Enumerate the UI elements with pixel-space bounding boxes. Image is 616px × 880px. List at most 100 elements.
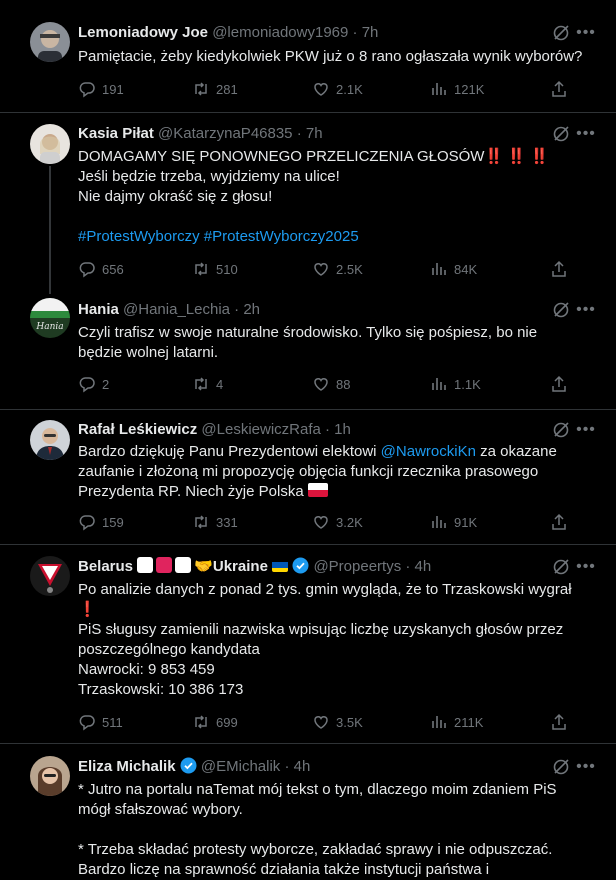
more-options-icon[interactable]: •••	[576, 422, 596, 443]
reply-icon	[79, 262, 95, 278]
tweet[interactable]: Hania Hania @Hania_Lechia · 2h ••• Czyli…	[0, 290, 616, 410]
grok-icon[interactable]	[552, 125, 570, 143]
flag-white-square-icon	[137, 557, 154, 573]
reply-button[interactable]: 159	[78, 512, 124, 532]
share-button[interactable]	[550, 512, 568, 532]
avatar[interactable]	[30, 756, 70, 796]
author-name[interactable]: Kasia Piłat	[78, 125, 154, 142]
like-button[interactable]: 2.1K	[312, 79, 363, 99]
views-button[interactable]: 211K	[430, 712, 483, 732]
repost-count: 510	[216, 261, 238, 277]
hashtags-link[interactable]: #ProtestWyborczy #ProtestWyborczy2025	[78, 227, 590, 247]
avatar[interactable]	[30, 556, 70, 596]
author-name[interactable]: Rafał Leśkiewicz	[78, 421, 197, 438]
repost-button[interactable]: 4	[192, 374, 223, 394]
avatar[interactable]	[30, 124, 70, 164]
reply-icon	[79, 377, 95, 393]
reply-count: 2	[102, 376, 110, 392]
reply-button[interactable]: 191	[78, 79, 124, 99]
avatar[interactable]	[30, 420, 70, 460]
share-icon	[552, 513, 566, 530]
more-options-icon[interactable]: •••	[576, 759, 596, 780]
repost-count: 331	[216, 514, 238, 530]
tweet-text: będzie wolnej latarni.	[78, 344, 219, 361]
views-icon	[432, 263, 446, 275]
like-button[interactable]: 88	[312, 374, 350, 394]
share-button[interactable]	[550, 79, 568, 99]
repost-button[interactable]: 331	[192, 512, 238, 532]
grok-icon[interactable]	[552, 24, 570, 42]
timestamp[interactable]: · 4h	[284, 758, 310, 775]
timestamp[interactable]: · 1h	[325, 421, 351, 438]
views-button[interactable]: 121K	[430, 79, 484, 99]
like-button[interactable]: 3.5K	[312, 712, 363, 732]
verified-badge-icon	[180, 757, 197, 774]
author-handle[interactable]: @Propeertys	[313, 558, 401, 575]
views-button[interactable]: 84K	[430, 259, 477, 279]
author-name[interactable]: Hania	[78, 301, 119, 318]
share-icon	[552, 375, 566, 392]
tweet-text: * Jutro na portalu naTemat mój tekst o t…	[78, 781, 557, 798]
exclamation-emoji: ❗	[78, 601, 97, 618]
author-name[interactable]: Eliza Michalik	[78, 758, 176, 775]
grok-icon[interactable]	[552, 558, 570, 576]
more-options-icon[interactable]: •••	[576, 25, 596, 46]
like-count: 2.1K	[336, 81, 363, 97]
more-options-icon[interactable]: •••	[576, 126, 596, 147]
poland-flag-icon	[307, 483, 328, 497]
mention-link[interactable]: @NawrockiKn	[381, 443, 476, 460]
repost-button[interactable]: 510	[192, 259, 238, 279]
author-handle[interactable]: @EMichalik	[201, 758, 280, 775]
reply-button[interactable]: 2	[78, 374, 109, 394]
tweet[interactable]: Eliza Michalik @EMichalik · 4h ••• * Jut…	[0, 745, 616, 878]
share-button[interactable]	[550, 712, 568, 732]
tweet-text: zaufanie i złożoną mi propozycję objęcia…	[78, 463, 539, 480]
views-button[interactable]: 91K	[430, 512, 477, 532]
timestamp[interactable]: · 7h	[353, 24, 379, 41]
repost-count: 699	[216, 714, 238, 730]
more-options-icon[interactable]: •••	[576, 559, 596, 580]
tweet[interactable]: Rafał Leśkiewicz @LeskiewiczRafa · 1h ••…	[0, 411, 616, 545]
author-handle[interactable]: @KatarzynaP46835	[158, 125, 292, 142]
grok-icon[interactable]	[552, 758, 570, 776]
tweet-text: Trzaskowski: 10 386 173	[78, 681, 244, 698]
views-button[interactable]: 1.1K	[430, 374, 481, 394]
tweet[interactable]: Belarus 🤝Ukraine @Propeertys · 4h ••• Po…	[0, 546, 616, 744]
timestamp[interactable]: · 4h	[405, 558, 431, 575]
author-name[interactable]: Belarus	[78, 558, 133, 575]
author-handle[interactable]: @lemoniadowy1969	[212, 24, 348, 41]
more-options-icon[interactable]: •••	[576, 302, 596, 323]
views-icon	[432, 378, 446, 390]
author-handle[interactable]: @LeskiewiczRafa	[201, 421, 320, 438]
repost-icon	[195, 715, 207, 729]
avatar[interactable]	[30, 22, 70, 62]
timestamp[interactable]: · 2h	[234, 301, 260, 318]
heart-icon	[314, 83, 328, 96]
reply-icon	[79, 515, 95, 531]
avatar[interactable]: Hania	[30, 298, 70, 338]
view-count: 211K	[454, 714, 484, 730]
like-count: 2.5K	[336, 261, 363, 277]
reply-button[interactable]: 656	[78, 259, 124, 279]
share-button[interactable]	[550, 259, 568, 279]
tweet-text: PiS sługusy zamienili nazwiska wpisując …	[78, 621, 564, 638]
like-button[interactable]: 2.5K	[312, 259, 363, 279]
timestamp[interactable]: · 7h	[297, 125, 323, 142]
tweet[interactable]: Kasia Piłat @KatarzynaP46835 · 7h ••• DO…	[0, 114, 616, 294]
repost-button[interactable]: 281	[192, 79, 238, 99]
author-handle[interactable]: @Hania_Lechia	[123, 301, 230, 318]
repost-icon	[195, 262, 207, 276]
reply-count: 656	[102, 261, 124, 277]
tweet-text: mógł sfałszować wybory.	[78, 801, 243, 818]
share-button[interactable]	[550, 374, 568, 394]
grok-icon[interactable]	[552, 421, 570, 439]
author-name-suffix[interactable]: 🤝Ukraine	[194, 558, 268, 575]
tweet[interactable]: Lemoniadowy Joe @lemoniadowy1969 · 7h ••…	[0, 0, 616, 113]
repost-button[interactable]: 699	[192, 712, 238, 732]
reply-button[interactable]: 511	[78, 712, 123, 732]
like-button[interactable]: 3.2K	[312, 512, 363, 532]
heart-icon	[314, 716, 328, 729]
author-name[interactable]: Lemoniadowy Joe	[78, 24, 208, 41]
view-count: 121K	[454, 81, 485, 97]
grok-icon[interactable]	[552, 301, 570, 319]
